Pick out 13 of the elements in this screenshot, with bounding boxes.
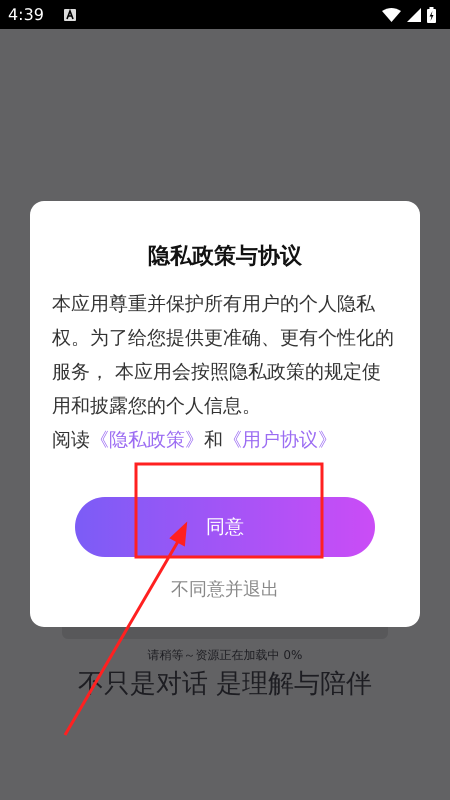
decline-button[interactable]: 不同意并退出 [167,573,283,605]
loading-text: 请稍等～资源正在加载中 0% [148,647,302,664]
battery-icon [427,6,436,22]
read-line: 阅读《隐私政策》和《用户协议》 [52,428,338,453]
policy-link[interactable]: 《隐私政策》 [90,429,204,451]
agreement-link[interactable]: 《用户协议》 [223,429,337,451]
keyboard-icon [64,8,76,20]
status-time: 4:39 [8,5,44,24]
policy-text: 本应用尊重并保护所有用户的个人隐私权。为了给您提供更准确、更有个性化的服务， 本应用会按照隐私政策的规定使用和披露您的个人信息。 [52,292,395,419]
dialog-title: 隐私政策与协议 [147,243,303,271]
wifi-icon [382,8,401,22]
signal-icon [407,8,421,22]
agree-button[interactable]: 同意 [75,497,375,557]
